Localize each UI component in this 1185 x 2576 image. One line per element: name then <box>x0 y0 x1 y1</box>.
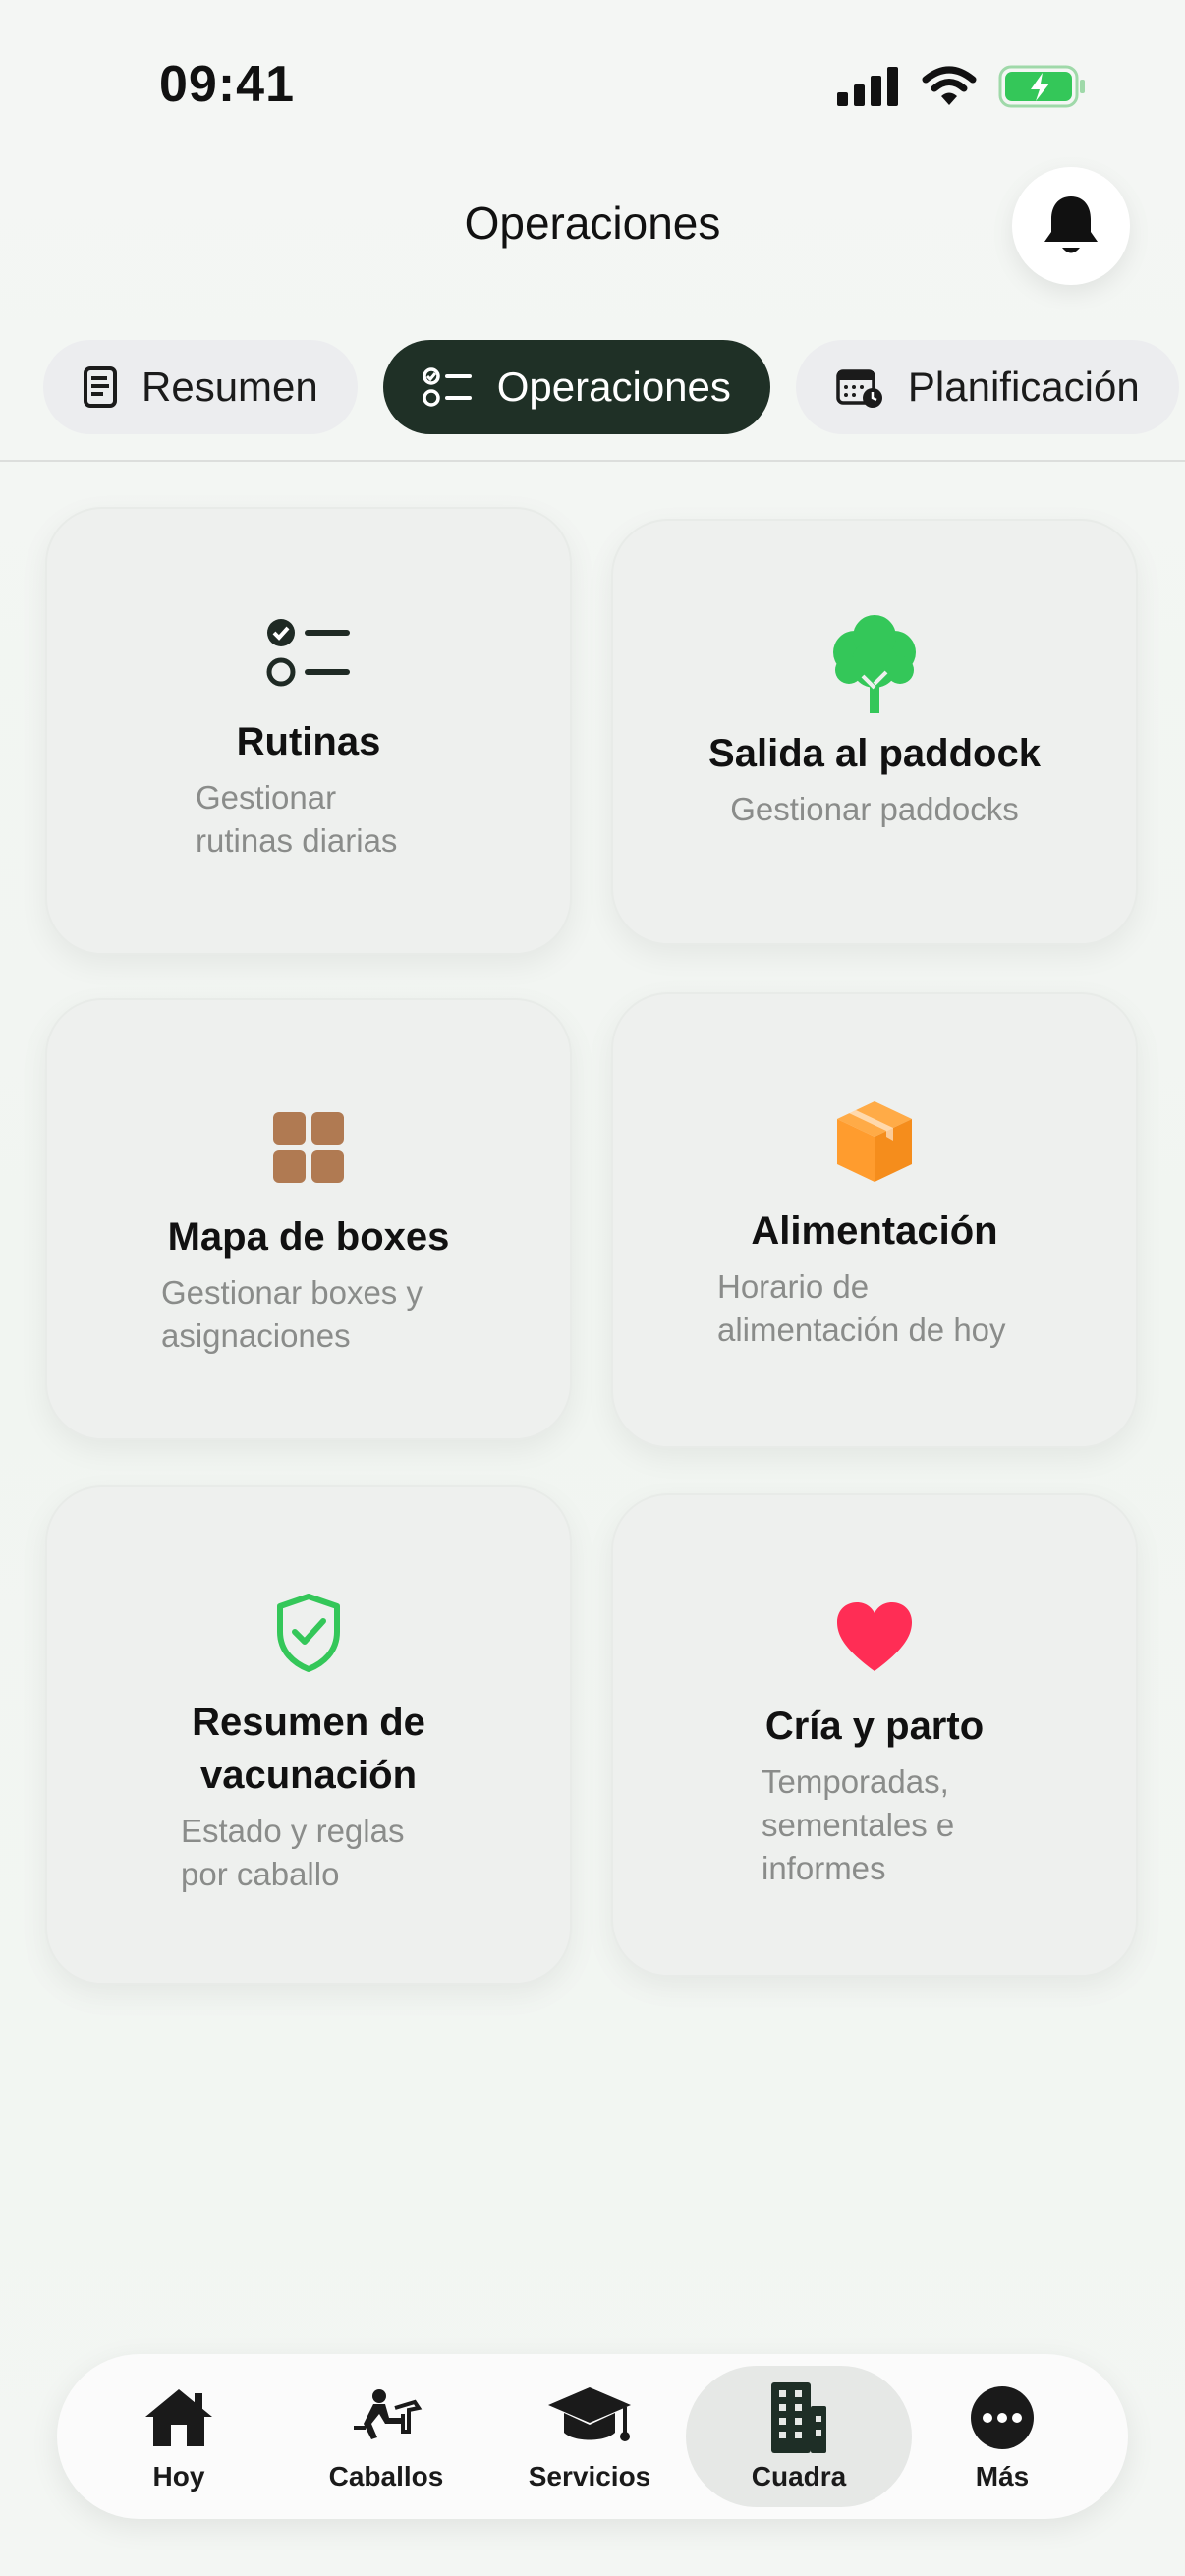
tab-label: Resumen <box>141 364 318 410</box>
status-time: 09:41 <box>159 56 295 113</box>
card-title: Rutinas <box>236 720 381 763</box>
nav-label: Caballos <box>328 2461 444 2492</box>
card-title: Mapa de boxes <box>167 1215 450 1259</box>
tab-planificacion[interactable]: Planificación <box>795 340 1179 434</box>
card-subtitle: Temporadas, sementales e informes <box>762 1764 955 1886</box>
tab-resumen[interactable]: Resumen <box>43 340 358 434</box>
graduation-cap-icon <box>546 2380 633 2455</box>
tab-label: Operaciones <box>496 364 731 410</box>
calendar-clock-icon <box>836 369 882 408</box>
card-subtitle: Horario de alimentación de hoy <box>717 1268 1006 1348</box>
card-subtitle: Gestionar boxes y asignaciones <box>161 1274 423 1354</box>
shield-check-icon <box>274 1584 343 1682</box>
nav-label: Cuadra <box>751 2461 847 2492</box>
nav-item-hoy[interactable]: Hoy <box>90 2354 267 2519</box>
notifications-button[interactable] <box>1012 167 1130 285</box>
document-icon <box>84 366 117 408</box>
card-vacunacion[interactable]: Resumen de vacunación Estado y reglas po… <box>45 1485 572 1985</box>
grid-icon <box>273 1098 344 1197</box>
card-subtitle: Gestionar paddocks <box>730 791 1019 827</box>
card-mapa-boxes[interactable]: Mapa de boxes Gestionar boxes y asignaci… <box>45 998 572 1440</box>
checklist-icon <box>265 603 352 701</box>
checklist-icon <box>423 367 472 407</box>
nav-item-servicios[interactable]: Servicios <box>501 2354 678 2519</box>
card-title: Cría y parto <box>764 1705 985 1748</box>
nav-item-mas[interactable]: Más <box>914 2354 1091 2519</box>
nav-item-cuadra[interactable]: Cuadra <box>710 2354 887 2519</box>
wifi-icon <box>922 66 977 105</box>
nav-label: Más <box>975 2461 1030 2492</box>
card-title: Salida al paddock <box>708 732 1041 775</box>
card-alimentacion[interactable]: Alimentación Horario de alimentación de … <box>611 992 1138 1448</box>
bottom-nav: Hoy Caballos Servicios Cuadra Más <box>57 2354 1128 2519</box>
box-icon <box>833 1092 916 1191</box>
building-icon <box>767 2380 830 2455</box>
card-title: Alimentación <box>751 1209 998 1253</box>
card-subtitle: Estado y reglas por caballo <box>181 1813 405 1892</box>
heart-icon <box>835 1588 914 1686</box>
card-rutinas[interactable]: Rutinas Gestionar rutinas diarias <box>45 507 572 955</box>
home-icon <box>141 2380 216 2455</box>
status-icons <box>837 65 1087 108</box>
tree-icon <box>825 615 924 713</box>
battery-charging-icon <box>998 65 1085 108</box>
card-paddock[interactable]: Salida al paddock Gestionar paddocks <box>611 519 1138 945</box>
card-cria-parto[interactable]: Cría y parto Temporadas, sementales e in… <box>611 1493 1138 1977</box>
card-title: Resumen de vacunación <box>192 1701 425 1797</box>
page-title: Operaciones <box>464 197 721 249</box>
rider-icon <box>350 2380 423 2455</box>
tabs-divider <box>0 460 1185 462</box>
card-subtitle: Gestionar rutinas diarias <box>196 779 398 859</box>
nav-label: Servicios <box>528 2461 651 2492</box>
cellular-signal-icon <box>837 67 898 106</box>
tab-operaciones[interactable]: Operaciones <box>382 340 770 434</box>
bell-icon <box>1044 196 1098 253</box>
segment-tabs: Resumen Operaciones Planificación <box>43 340 1179 434</box>
nav-item-caballos[interactable]: Caballos <box>298 2354 475 2519</box>
tab-label: Planificación <box>907 364 1140 410</box>
more-icon <box>970 2380 1035 2455</box>
nav-label: Hoy <box>152 2461 205 2492</box>
